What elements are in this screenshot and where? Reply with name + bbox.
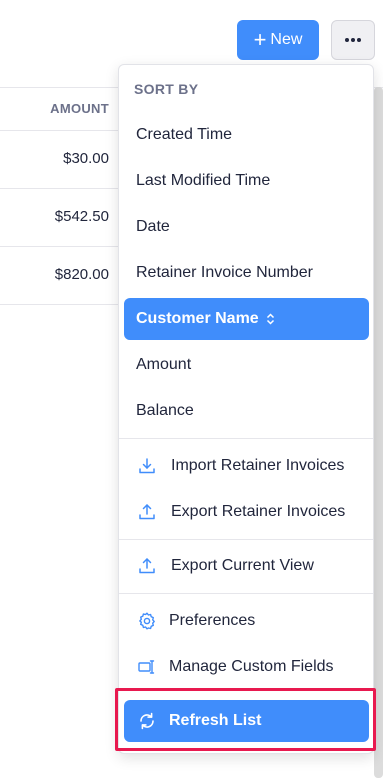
export-current-view-item[interactable]: Export Current View: [124, 546, 369, 586]
more-options-button[interactable]: [331, 20, 375, 60]
sort-option-balance[interactable]: Balance: [124, 391, 369, 431]
scrollbar[interactable]: [374, 87, 383, 778]
refresh-label: Refresh List: [169, 712, 262, 729]
amount-column-header: AMOUNT: [50, 101, 109, 116]
sort-option-label: Created Time: [136, 126, 233, 143]
export-view-label: Export Current View: [171, 557, 314, 574]
more-horizontal-icon: [345, 38, 361, 42]
export-retainer-invoices-item[interactable]: Export Retainer Invoices: [124, 492, 369, 532]
sort-option-label: Last Modified Time: [136, 172, 271, 189]
amount-cell: $30.00: [63, 150, 109, 167]
custom-fields-label: Manage Custom Fields: [169, 658, 334, 675]
new-button-label: New: [270, 31, 303, 48]
import-retainer-invoices-item[interactable]: Import Retainer Invoices: [124, 446, 369, 486]
preferences-item[interactable]: Preferences: [124, 601, 369, 641]
upload-icon: [136, 501, 158, 523]
custom-fields-icon: [136, 656, 158, 678]
sort-option-label: Amount: [136, 356, 192, 373]
preferences-label: Preferences: [169, 612, 256, 629]
sort-by-heading: SORT BY: [134, 81, 199, 97]
upload-icon: [136, 555, 158, 577]
menu-divider: [119, 539, 373, 540]
sort-option-retainer-invoice-number[interactable]: Retainer Invoice Number: [124, 253, 369, 293]
sort-direction-icon: [266, 313, 274, 325]
amount-cell: $820.00: [54, 266, 109, 283]
menu-divider: [119, 593, 373, 594]
import-label: Import Retainer Invoices: [171, 457, 345, 474]
new-button[interactable]: + New: [237, 20, 319, 60]
sort-option-label: Balance: [136, 402, 194, 419]
more-options-menu: SORT BY Created Time Last Modified Time …: [118, 64, 374, 754]
refresh-icon: [136, 710, 158, 732]
menu-divider: [119, 438, 373, 439]
sort-option-created-time[interactable]: Created Time: [124, 115, 369, 155]
sort-option-date[interactable]: Date: [124, 207, 369, 247]
sort-option-customer-name[interactable]: Customer Name: [124, 298, 369, 340]
download-icon: [136, 455, 158, 477]
sort-option-label: Date: [136, 218, 170, 235]
export-label: Export Retainer Invoices: [171, 503, 346, 520]
plus-icon: +: [253, 27, 267, 52]
refresh-list-item[interactable]: Refresh List: [124, 700, 369, 742]
sort-option-label: Retainer Invoice Number: [136, 264, 313, 281]
sort-option-label: Customer Name: [136, 310, 259, 327]
gear-icon: [136, 610, 158, 632]
manage-custom-fields-item[interactable]: Manage Custom Fields: [124, 647, 369, 687]
sort-option-amount[interactable]: Amount: [124, 345, 369, 385]
amount-cell: $542.50: [54, 208, 109, 225]
sort-option-last-modified-time[interactable]: Last Modified Time: [124, 161, 369, 201]
